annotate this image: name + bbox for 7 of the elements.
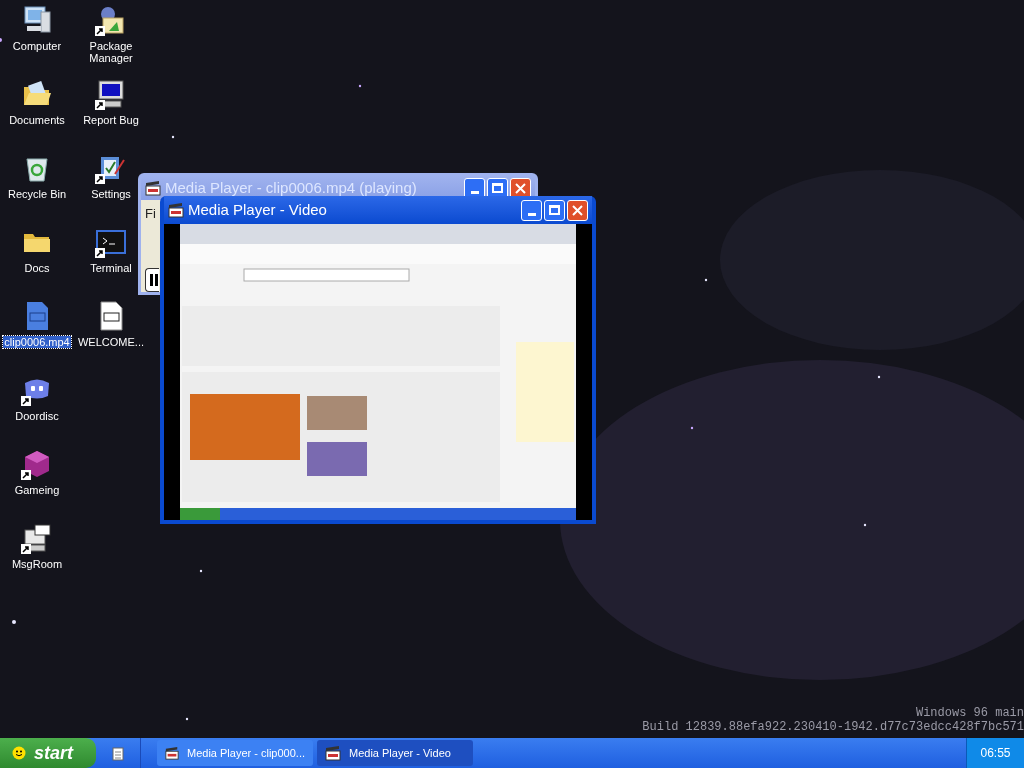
taskbar-button[interactable]: Media Player - Video [317, 740, 473, 766]
taskbar-button[interactable]: Media Player - clip000... [157, 740, 313, 766]
clapperboard-icon [165, 745, 179, 761]
notepad-icon[interactable] [112, 745, 124, 761]
clapperboard-icon [325, 745, 341, 761]
clock: 06:55 [980, 745, 1011, 762]
smiley-icon [12, 746, 26, 760]
